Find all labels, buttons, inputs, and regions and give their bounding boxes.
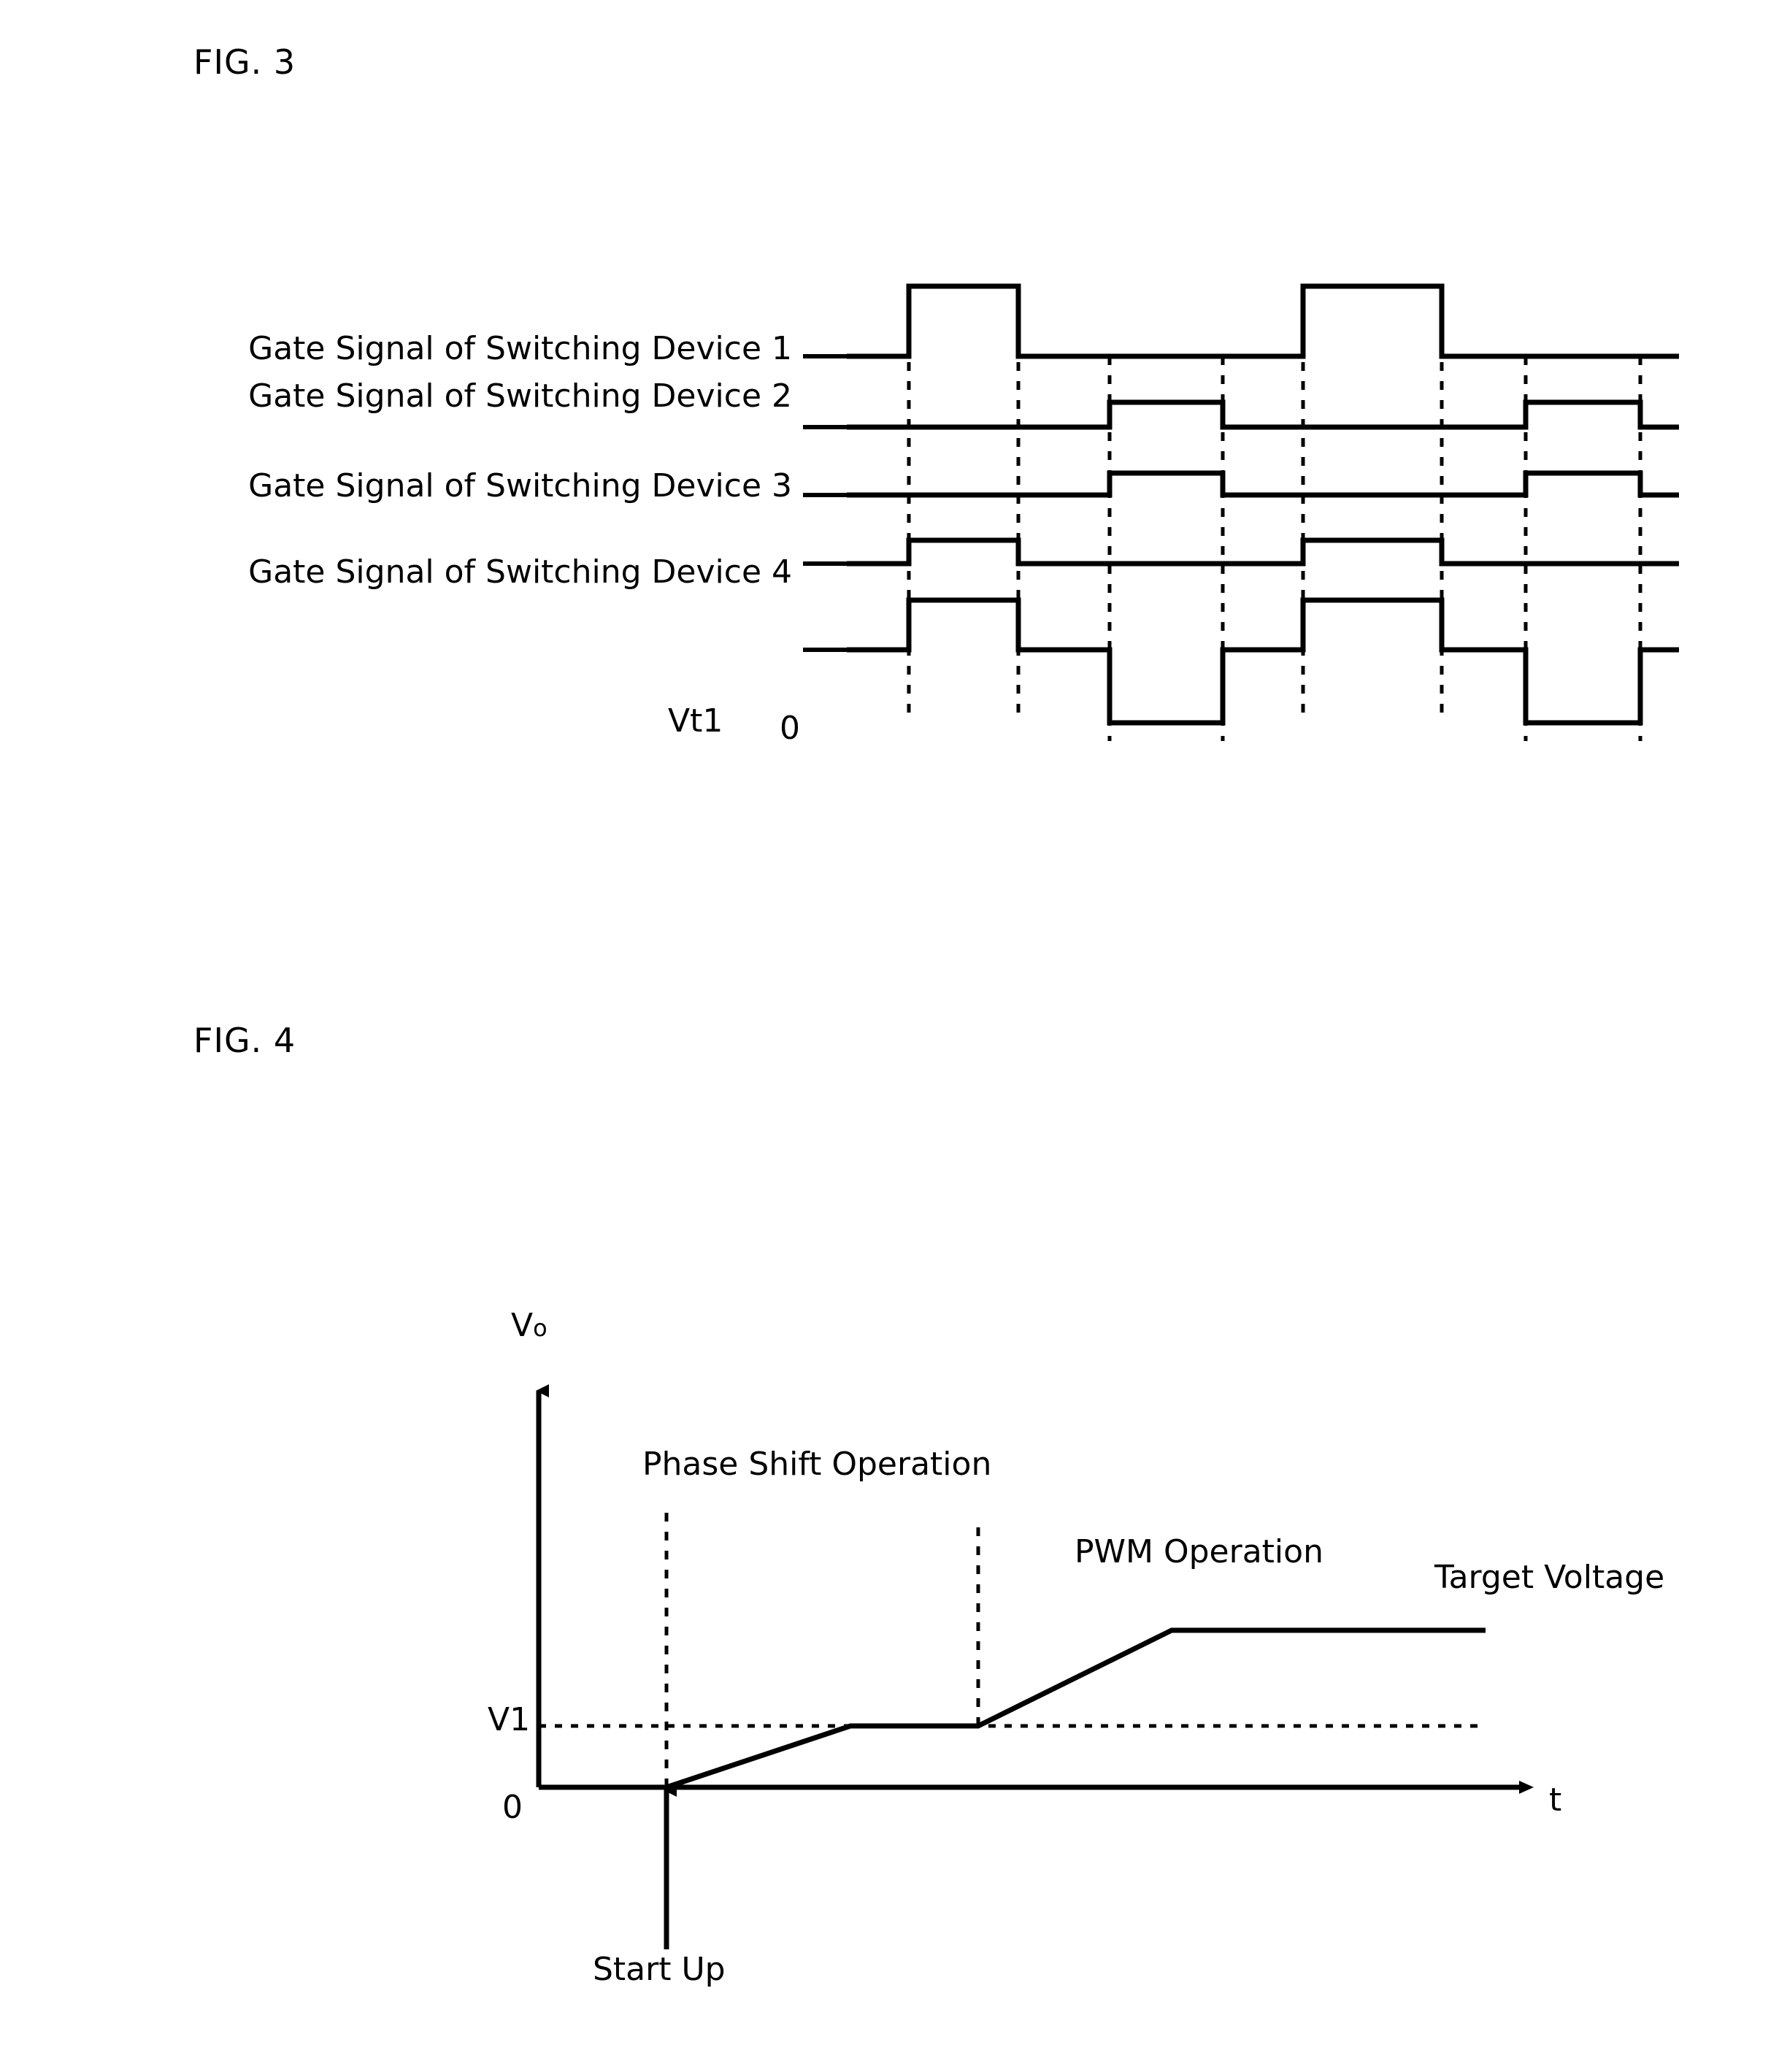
signal-label-device-3: Gate Signal of Switching Device 3 [248,467,792,504]
start-up-label: Start Up [593,1951,726,1988]
waveform-device-3 [847,470,1679,498]
fig3-waveform-group [847,283,1679,726]
waveform-device-4 [847,537,1679,567]
fig3-leader-lines [803,354,850,652]
vo-response-curve [665,1627,1486,1790]
y-axis-label-main: V [511,1307,534,1344]
figure-3-caption: FIG. 3 [193,42,296,82]
signal-label-device-2: Gate Signal of Switching Device 2 [248,377,792,415]
vt1-zero-label: 0 [780,710,800,747]
signal-label-device-4: Gate Signal of Switching Device 4 [248,553,792,591]
signal-label-device-1: Gate Signal of Switching Device 1 [248,330,792,367]
waveform-device-2b [847,399,1679,430]
y-axis-label: Vo [511,1307,547,1344]
vt1-label: Vt1 [668,702,723,740]
waveform-device-1 [847,283,1679,359]
waveform-device-2 [847,403,1113,430]
v1-tick-label: V1 [488,1701,531,1738]
figure-4-caption: FIG. 4 [193,1021,296,1060]
fig3-alignment-guides [907,286,1642,741]
phase-shift-operation-label: Phase Shift Operation [642,1446,992,1483]
y-axis-label-subscript: o [533,1314,547,1342]
pwm-operation-label: PWM Operation [1075,1533,1323,1570]
patent-figure-sheet: FIG. 3 Gate Signal of Switching Device 1… [0,0,1779,2072]
origin-label: 0 [502,1789,523,1826]
waveform-vt1 [847,597,1679,726]
x-axis-label: t [1549,1781,1562,1819]
target-voltage-label: Target Voltage [1434,1559,1665,1596]
